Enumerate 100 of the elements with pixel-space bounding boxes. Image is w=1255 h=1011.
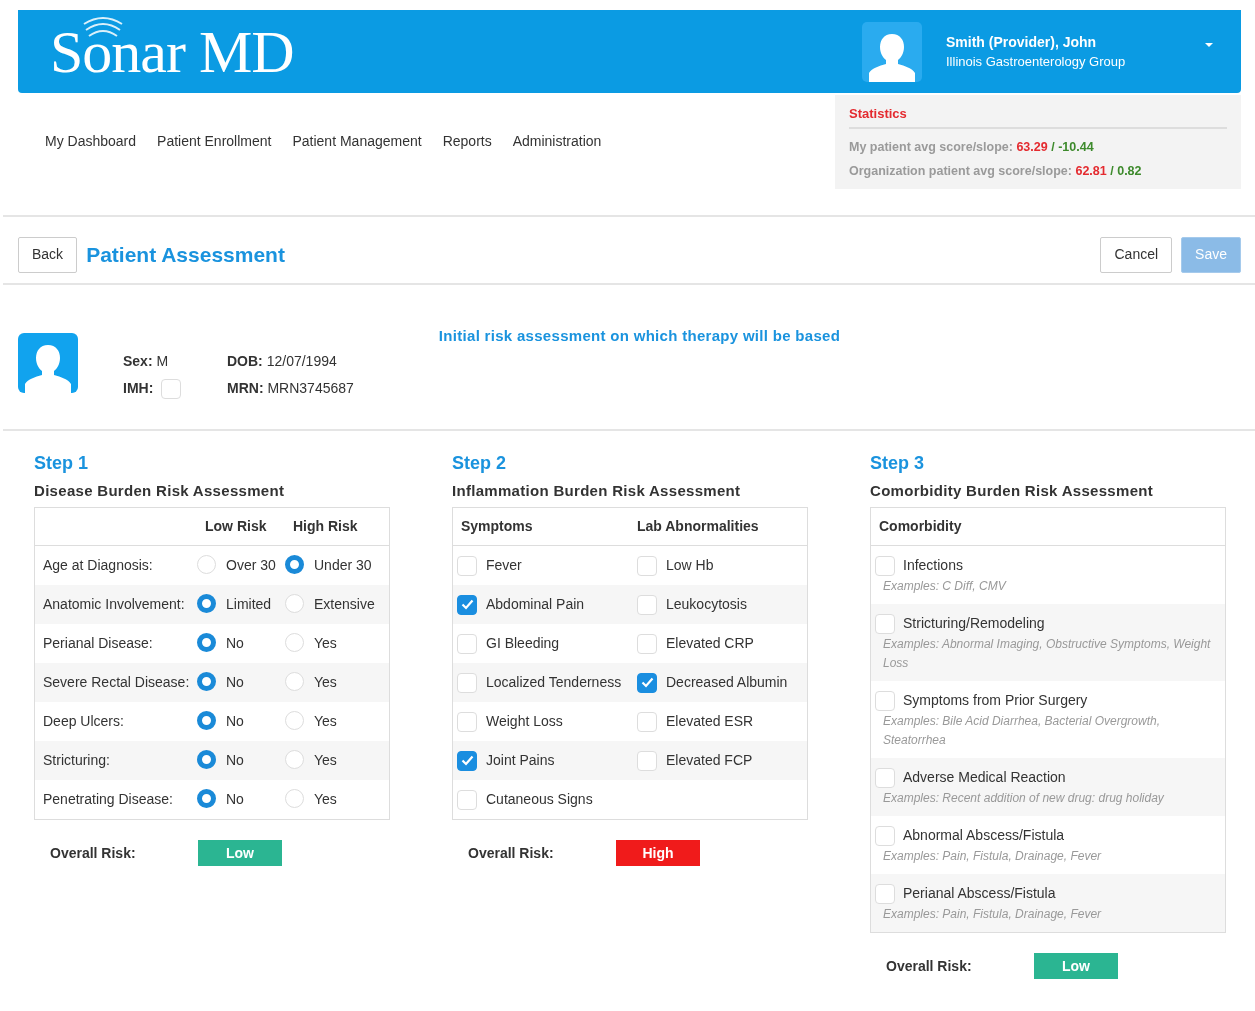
checkbox-label: Abdominal Pain: [486, 595, 585, 614]
user-organization: Illinois Gastroenterology Group: [946, 52, 1126, 71]
stat-separator: /: [1110, 163, 1114, 178]
option-label: Yes: [314, 712, 337, 731]
radio-button[interactable]: [197, 672, 216, 691]
step-heading: Step 2: [452, 452, 508, 475]
checkbox-label: Perianal Abscess/Fistula: [903, 884, 1056, 903]
stat-score: 62.81: [1075, 163, 1107, 178]
user-name: Smith (Provider), John: [946, 32, 1098, 52]
option-label: Yes: [314, 751, 337, 770]
row-label: Penetrating Disease:: [42, 790, 174, 809]
option-label: Over 30: [226, 556, 276, 575]
sex-field: Sex: M: [123, 351, 227, 372]
examples-text: Examples: Pain, Fistula, Drainage, Fever: [882, 906, 1103, 923]
checkbox-label: Stricturing/Remodeling: [903, 614, 1045, 633]
overall-risk-label: Overall Risk:: [50, 843, 137, 863]
column-header: High Risk: [292, 517, 358, 536]
checkbox-label: Low Hb: [666, 556, 714, 575]
radio-button[interactable]: [197, 711, 216, 730]
checkbox-label: Leukocytosis: [666, 595, 747, 614]
option-label: Yes: [314, 790, 337, 809]
row-label: Perianal Disease:: [42, 634, 154, 653]
checkbox-label: Adverse Medical Reaction: [903, 768, 1066, 787]
section-title: Inflammation Burden Risk Assessment: [452, 481, 742, 501]
checkbox-label: Elevated ESR: [666, 712, 754, 731]
checkbox[interactable]: [637, 672, 657, 693]
section-title: Disease Burden Risk Assessment: [34, 481, 286, 501]
examples-text: Examples: Bile Acid Diarrhea, Bacterial Overgrowth, Steatorrhea: [882, 713, 1161, 749]
statistics-title: Statistics: [849, 104, 1227, 129]
check-icon: [460, 755, 474, 766]
assessment-note: Initial risk assessment on which therapy will be based: [438, 325, 841, 346]
nav-link[interactable]: My Dashboard: [45, 131, 137, 153]
checkbox-label: Infections: [903, 556, 963, 575]
checkbox-label: Elevated CRP: [666, 634, 754, 653]
row-label: Stricturing:: [42, 751, 111, 770]
check-icon: [640, 677, 654, 688]
caret-icon[interactable]: [1205, 42, 1213, 47]
stat-label: My patient avg score/slope:: [849, 139, 1013, 154]
nav-link[interactable]: Administration: [512, 131, 602, 153]
checkbox[interactable]: [457, 750, 477, 771]
checkbox-label: GI Bleeding: [486, 634, 560, 653]
section-title: Comorbidity Burden Risk Assessment: [870, 481, 1155, 501]
option-label: No: [226, 712, 244, 731]
option-label: No: [226, 751, 244, 770]
risk-badge: High: [616, 840, 700, 866]
option-label: Under 30: [314, 556, 372, 575]
step-heading: Step 3: [870, 452, 926, 475]
step-heading: Step 1: [34, 452, 90, 475]
checkbox-label: Localized Tenderness: [486, 673, 622, 692]
overall-risk-label: Overall Risk:: [468, 843, 555, 863]
page-title: Patient Assessment: [86, 241, 285, 268]
radio-button[interactable]: [197, 633, 216, 652]
radio-button[interactable]: [197, 750, 216, 769]
examples-text: Examples: Pain, Fistula, Drainage, Fever: [882, 848, 1103, 865]
checkbox[interactable]: [457, 594, 477, 615]
radio-button[interactable]: [285, 555, 304, 574]
checkbox-label: Abnormal Abscess/Fistula: [903, 826, 1065, 845]
check-icon: [460, 599, 474, 610]
nav-link[interactable]: Reports: [442, 131, 492, 153]
stat-label: Organization patient avg score/slope:: [849, 163, 1072, 178]
checkbox-label: Decreased Albumin: [666, 673, 788, 692]
dob-field: DOB: 12/07/1994: [227, 351, 1241, 372]
column-header: Comorbidity: [879, 518, 962, 534]
stat-score: 63.29: [1016, 139, 1048, 154]
column-header: Lab Abnormalities: [637, 517, 759, 536]
checkbox-label: Joint Pains: [486, 751, 555, 770]
row-label: Age at Diagnosis:: [42, 556, 154, 575]
row-label: Deep Ulcers:: [42, 712, 125, 731]
checkbox-label: Symptoms from Prior Surgery: [903, 691, 1088, 710]
risk-badge: Low: [1034, 953, 1118, 979]
row-label: Anatomic Involvement:: [42, 595, 186, 614]
checkbox-label: Cutaneous Signs: [486, 790, 593, 809]
back-button[interactable]: Back: [18, 236, 78, 273]
nav-link[interactable]: Patient Management: [292, 131, 422, 153]
user-avatar: [862, 21, 922, 82]
option-label: No: [226, 634, 244, 653]
checkbox-label: Elevated FCP: [666, 751, 753, 770]
cancel-button[interactable]: Cancel: [1100, 236, 1173, 273]
option-label: No: [226, 790, 244, 809]
nav-link[interactable]: Patient Enrollment: [157, 131, 272, 153]
examples-text: Examples: Abnormal Imaging, Obstructive Symptoms, Weight Loss: [882, 636, 1212, 672]
stat-separator: /: [1051, 139, 1055, 154]
stat-slope: -10.44: [1058, 139, 1094, 154]
option-label: Extensive: [314, 595, 375, 614]
option-label: No: [226, 673, 244, 692]
option-label: Yes: [314, 673, 337, 692]
radio-button[interactable]: [197, 789, 216, 808]
logo-text: Sonar MD: [50, 21, 294, 82]
row-label: Severe Rectal Disease:: [42, 673, 191, 692]
patient-avatar: [18, 332, 78, 393]
stat-slope: 0.82: [1117, 163, 1142, 178]
option-label: Yes: [314, 634, 337, 653]
column-header: Low Risk: [204, 517, 267, 536]
overall-risk-label: Overall Risk:: [886, 956, 973, 976]
radio-button[interactable]: [197, 594, 216, 613]
risk-badge: Low: [198, 840, 282, 866]
column-header: Symptoms: [461, 517, 533, 536]
checkbox-label: Weight Loss: [486, 712, 563, 731]
checkbox-label: Fever: [486, 556, 522, 575]
examples-text: Examples: Recent addition of new drug: drug holiday: [882, 790, 1165, 807]
